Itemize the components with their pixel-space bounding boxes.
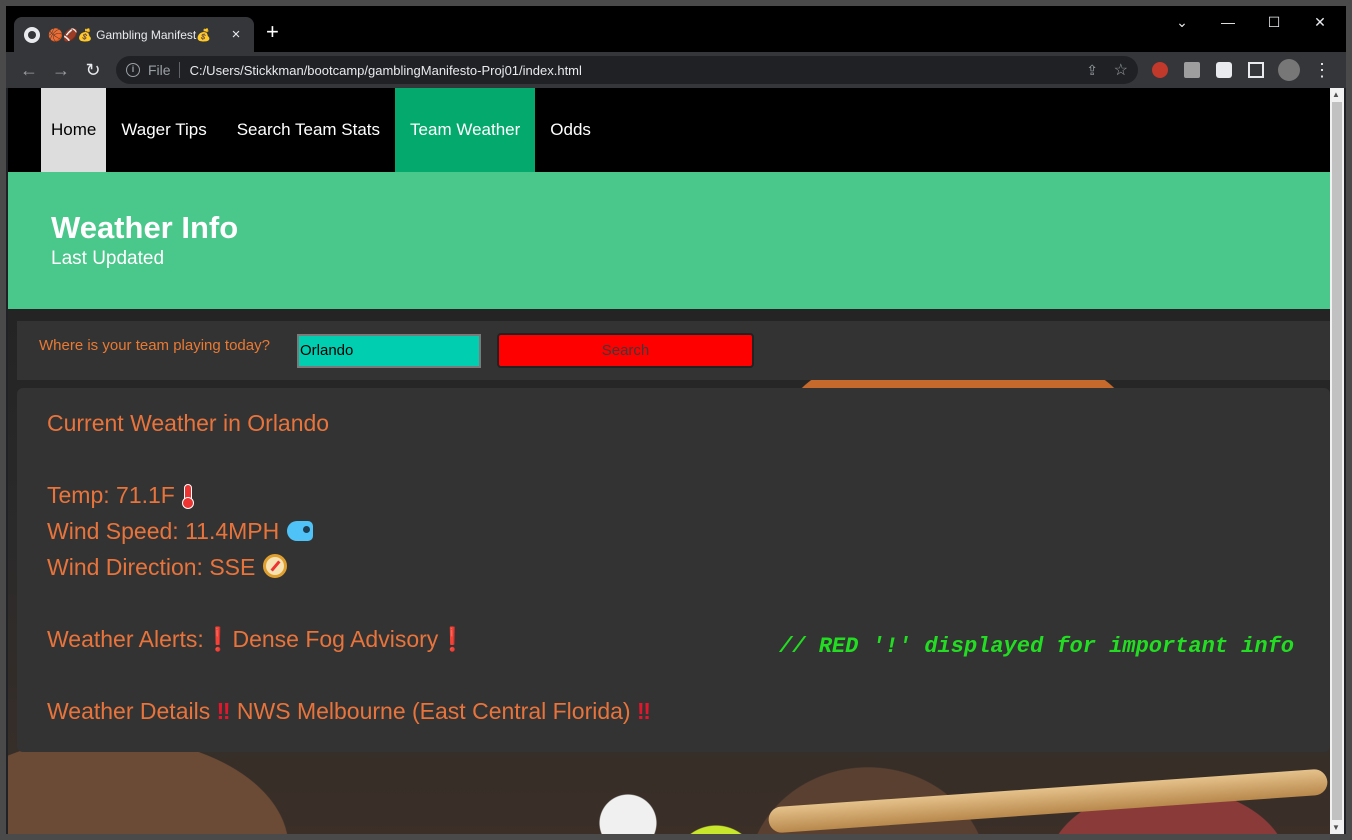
maximize-button[interactable]: ☐ [1264, 14, 1284, 31]
weather-card: Current Weather in Orlando Temp: 71.1F W… [17, 388, 1330, 752]
new-tab-button[interactable]: + [266, 21, 279, 43]
double-exclamation-icon: ‼ [216, 698, 231, 724]
ublock-extension-icon[interactable] [1152, 62, 1168, 78]
extension-icon[interactable] [1184, 62, 1200, 78]
nav-search-team-stats[interactable]: Search Team Stats [222, 88, 395, 172]
info-icon[interactable]: i [126, 63, 140, 77]
forward-button[interactable]: → [50, 59, 72, 81]
tab-close-button[interactable]: × [228, 26, 244, 43]
minimize-button[interactable]: — [1218, 14, 1238, 30]
wind-speed-text: Wind Speed: 11.4MPH [47, 518, 280, 544]
last-updated-label: Last Updated [51, 248, 165, 269]
tab-strip: 🏀🏈💰 Gambling Manifest💰 × + ⌄ — ☐ ✕ [6, 6, 1346, 52]
nav-home[interactable]: Home [41, 88, 107, 172]
wind-speed-row: Wind Speed: 11.4MPH [47, 518, 314, 545]
alerts-label: Weather Alerts: [47, 626, 204, 652]
back-button[interactable]: ← [18, 59, 40, 81]
scroll-down-icon[interactable]: ▼ [1332, 823, 1340, 832]
weather-heading: Current Weather in Orlando [47, 410, 330, 436]
temp-text: Temp: 71.1F [47, 482, 175, 508]
wind-direction-text: Wind Direction: SSE [47, 554, 256, 580]
nav-team-weather[interactable]: Team Weather [395, 88, 536, 172]
details-label: Weather Details [47, 698, 211, 724]
tab-title: 🏀🏈💰 Gambling Manifest💰 [48, 27, 212, 42]
weather-details-row: Weather Details ‼ NWS Melbourne (East Ce… [47, 698, 651, 725]
browser-toolbar: ← → ↻ i File C:/Users/Stickkman/bootcamp… [6, 52, 1346, 88]
tab-list-button[interactable]: ⌄ [1172, 14, 1192, 31]
scheme-label: File [148, 62, 180, 78]
weather-alerts-row: Weather Alerts:❗Dense Fog Advisory❗ [47, 626, 467, 653]
search-bar: Where is your team playing today? Orland… [17, 321, 1330, 380]
sidepanel-icon[interactable] [1248, 62, 1264, 78]
double-exclamation-icon: ‼ [636, 698, 651, 724]
share-icon[interactable]: ⇪ [1086, 62, 1098, 79]
nav-wager-tips[interactable]: Wager Tips [106, 88, 221, 172]
close-window-button[interactable]: ✕ [1310, 14, 1330, 31]
menu-icon[interactable]: ⋮ [1311, 59, 1333, 81]
background-sports-image [767, 768, 1329, 834]
thermometer-icon [181, 484, 194, 509]
profile-avatar[interactable] [1278, 59, 1300, 81]
wind-direction-row: Wind Direction: SSE [47, 554, 288, 581]
temp-row: Temp: 71.1F [47, 482, 194, 509]
code-comment-note: // RED '!' displayed for important info [779, 634, 1294, 659]
reload-button[interactable]: ↻ [82, 59, 104, 81]
page-viewport: Home Wager Tips Search Team Stats Team W… [8, 88, 1344, 834]
search-button[interactable]: Search [497, 333, 754, 368]
city-search-input[interactable]: Orlando [297, 334, 481, 368]
exclamation-icon: ❗ [438, 626, 467, 652]
wind-icon [287, 521, 314, 541]
top-navbar: Home Wager Tips Search Team Stats Team W… [8, 88, 1330, 172]
scroll-up-icon[interactable]: ▲ [1332, 90, 1340, 99]
compass-icon [263, 554, 288, 578]
globe-icon [24, 26, 40, 43]
browser-tab[interactable]: 🏀🏈💰 Gambling Manifest💰 × [14, 17, 254, 52]
page-scrollbar[interactable]: ▲ ▼ [1330, 88, 1344, 834]
exclamation-icon: ❗ [203, 626, 233, 652]
address-bar[interactable]: i File C:/Users/Stickkman/bootcamp/gambl… [116, 56, 1138, 84]
nav-odds[interactable]: Odds [535, 88, 606, 172]
search-label: Where is your team playing today? [39, 337, 270, 354]
details-value: NWS Melbourne (East Central Florida) [236, 698, 631, 724]
extensions-icon[interactable] [1216, 62, 1232, 78]
page-title: Weather Info [51, 210, 239, 245]
hero-banner: Weather Info Last Updated [8, 172, 1330, 309]
alerts-value: Dense Fog Advisory [232, 626, 439, 652]
url-text[interactable]: C:/Users/Stickkman/bootcamp/gamblingMani… [190, 63, 582, 78]
browser-window: 🏀🏈💰 Gambling Manifest💰 × + ⌄ — ☐ ✕ ← → ↻… [0, 0, 1352, 840]
scrollbar-thumb[interactable] [1332, 102, 1342, 820]
star-icon[interactable]: ☆ [1114, 60, 1128, 80]
